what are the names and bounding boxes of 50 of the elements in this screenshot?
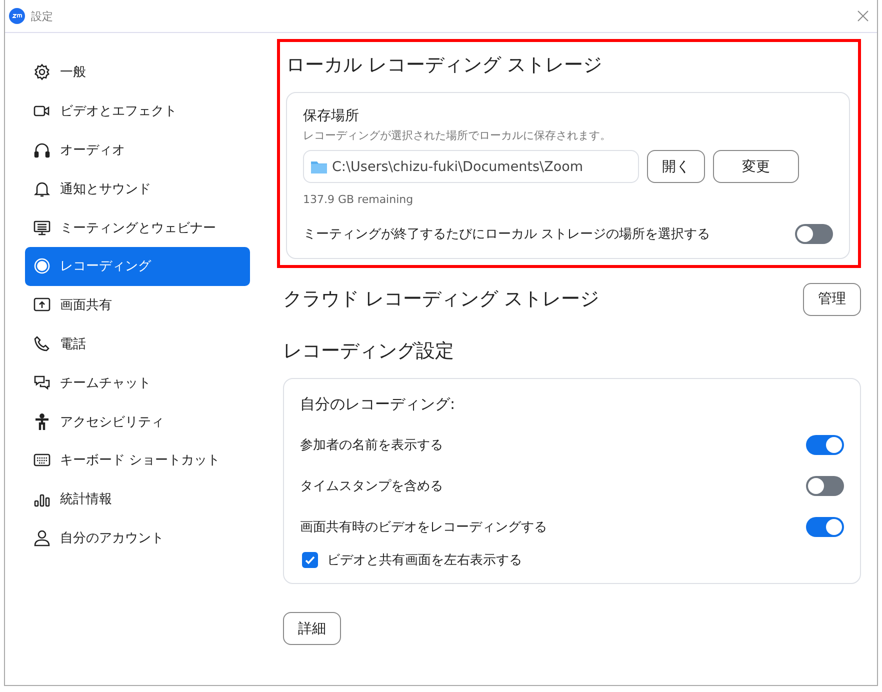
monitor-icon — [33, 218, 51, 237]
record-icon — [33, 257, 51, 276]
group-title: 自分のレコーディング: — [300, 395, 456, 414]
app-logo-icon — [9, 8, 25, 24]
section-title: レコーディング設定 — [283, 339, 455, 364]
bell-icon — [33, 180, 51, 198]
person-icon — [33, 412, 51, 431]
sidebar-item[interactable]: キーボード ショートカット — [25, 440, 250, 480]
gear-icon — [33, 63, 51, 82]
location-label: 保存場所 — [303, 107, 360, 125]
folder-icon — [310, 158, 328, 174]
open-button[interactable]: 開く — [647, 150, 705, 183]
sidebar-item[interactable]: ビデオとエフェクト — [25, 92, 250, 131]
option-label: 参加者の名前を表示する — [300, 437, 443, 454]
user-icon — [33, 528, 51, 547]
path-text: C:\Users\chizu-fuki\Documents\Zoom — [332, 158, 583, 174]
change-button[interactable]: 変更 — [713, 150, 799, 183]
toggle-switch[interactable] — [806, 476, 844, 496]
sidebar-item[interactable]: 統計情報 — [25, 480, 250, 519]
sidebar-item[interactable]: 通知とサウンド — [25, 169, 250, 208]
toggle-switch[interactable] — [806, 435, 844, 455]
sidebar-item[interactable]: アクセシビリティ — [25, 402, 250, 441]
sidebar-item[interactable]: チームチャット — [25, 363, 250, 402]
phone-icon — [33, 334, 51, 353]
checkbox[interactable] — [302, 552, 318, 568]
sidebar-item[interactable]: 一般 — [25, 53, 250, 92]
sidebar-item[interactable]: ミーティングとウェビナー — [25, 208, 250, 247]
option-label: ミーティングが終了するたびにローカル ストレージの場所を選択する — [303, 226, 710, 243]
path-field[interactable]: C:\Users\chizu-fuki\Documents\Zoom — [303, 150, 639, 183]
checkbox-label: ビデオと共有画面を左右表示する — [327, 552, 522, 569]
option-label: タイムスタンプを含める — [300, 478, 443, 495]
section-title: クラウド レコーディング ストレージ — [283, 287, 600, 312]
sidebar-item[interactable]: レコーディング — [25, 246, 250, 286]
window-title: 設定 — [31, 8, 53, 24]
toggle-switch[interactable] — [795, 224, 833, 244]
sidebar-item[interactable]: 自分のアカウント — [25, 518, 250, 558]
sidebar-item[interactable]: 画面共有 — [25, 286, 250, 325]
manage-button[interactable]: 管理 — [803, 282, 861, 316]
section-title: ローカル レコーディング ストレージ — [286, 53, 604, 78]
details-button[interactable]: 詳細 — [283, 612, 341, 645]
location-description: レコーディングが選択された場所でローカルに保存されます。 — [303, 128, 612, 143]
chat-icon — [33, 374, 51, 392]
close-icon[interactable] — [857, 10, 869, 22]
check-icon — [304, 554, 316, 566]
remaining-space: 137.9 GB remaining — [303, 193, 414, 206]
headphones-icon — [33, 140, 51, 159]
sidebar-item[interactable]: オーディオ — [25, 130, 250, 170]
sidebar-item[interactable]: 電話 — [25, 324, 250, 364]
option-label: 画面共有時のビデオをレコーディングする — [300, 519, 547, 536]
toggle-switch[interactable] — [806, 517, 844, 537]
